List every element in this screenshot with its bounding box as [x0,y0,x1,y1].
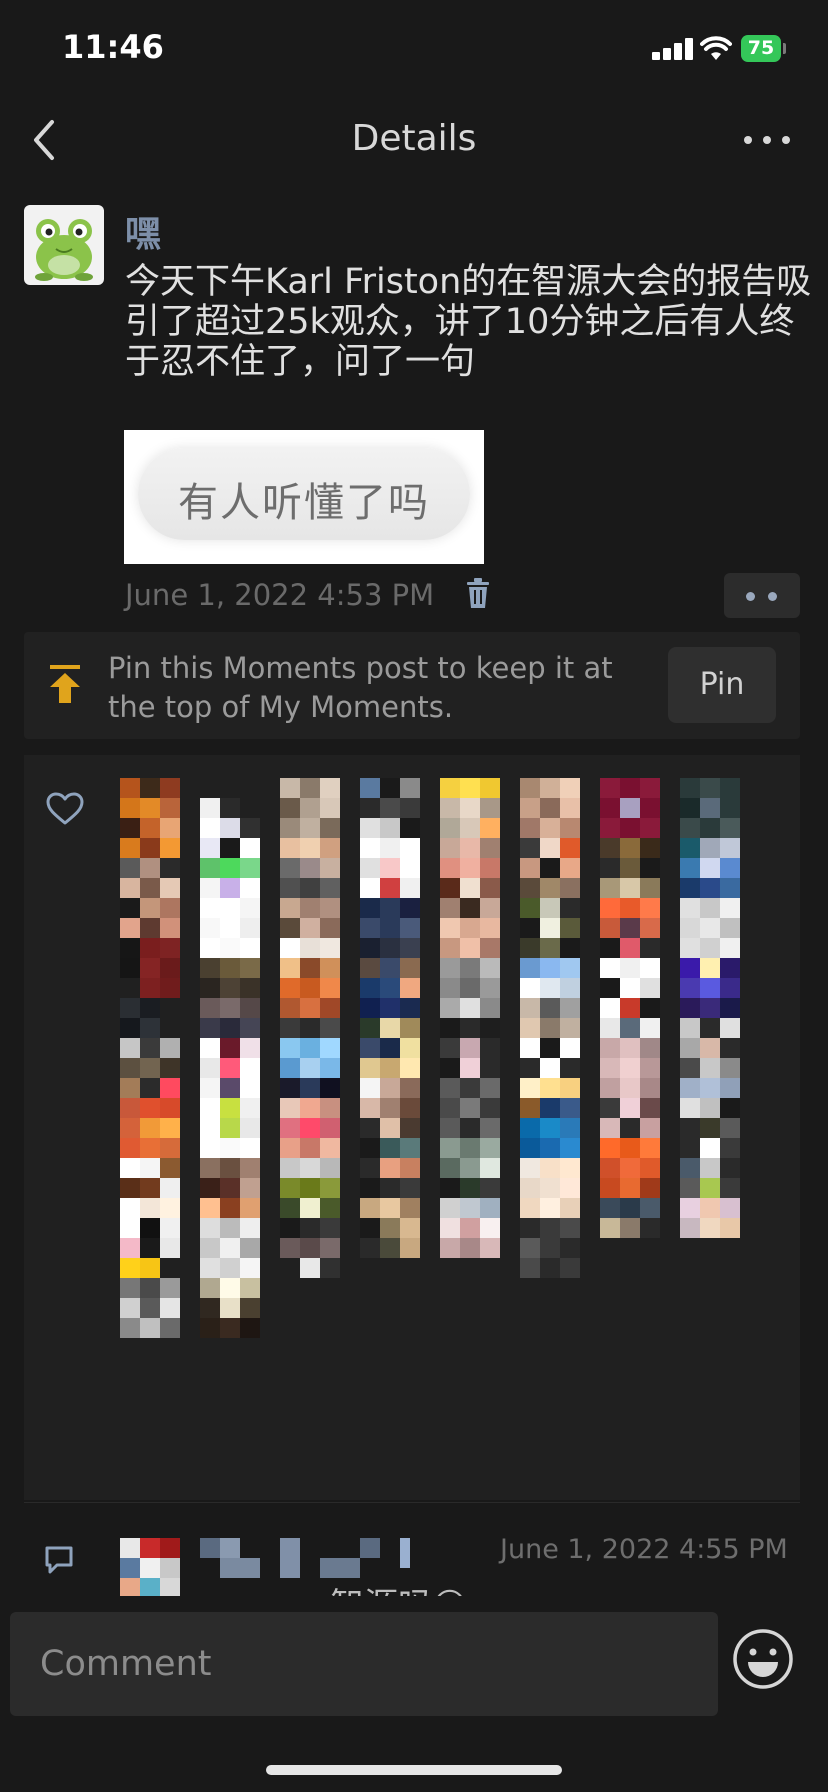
liker-avatar-column[interactable] [280,778,340,1278]
comment-input[interactable]: Comment [10,1612,718,1716]
battery-icon: 75 [741,35,781,62]
pin-to-top-icon [50,665,80,703]
like-comment-menu-button[interactable] [724,573,800,618]
cellular-signal-icon [652,38,694,60]
more-options-icon[interactable] [744,134,790,146]
status-time: 11:46 [62,28,164,66]
divider [24,1502,800,1503]
wifi-icon [700,36,732,60]
pin-button[interactable]: Pin [668,647,776,723]
liker-avatar-column[interactable] [120,778,180,1338]
comment-bubble-icon [45,1546,73,1574]
post-timestamp: June 1, 2022 4:53 PM [125,578,435,612]
post-username[interactable]: 嘿 [125,205,161,257]
delete-trash-icon[interactable] [466,578,490,610]
emoji-icon[interactable] [732,1628,794,1690]
post-image-caption: 有人听懂了吗 [178,480,430,526]
commenter-avatar[interactable] [120,1538,180,1598]
liker-avatar-column[interactable] [360,778,420,1258]
post-text: 今天下午Karl Friston的在智源大会的报告吸引了超过25k观众，讲了10… [125,262,812,382]
comment-timestamp: June 1, 2022 4:55 PM [500,1534,788,1565]
home-indicator[interactable] [266,1765,562,1775]
frog-avatar-icon [35,219,93,281]
like-heart-icon [46,792,84,825]
liker-avatar-column[interactable] [440,778,500,1258]
page-title: Details [351,118,477,159]
liker-avatar-column[interactable] [600,778,660,1238]
liker-avatar-column[interactable] [520,778,580,1278]
battery-tip [783,43,786,54]
post-image[interactable]: 有人听懂了吗 [124,430,484,564]
liker-avatar-column[interactable] [680,778,740,1238]
avatar[interactable] [24,205,104,285]
pin-tip-text: Pin this Moments post to keep it at the … [108,651,613,724]
liker-avatar-column[interactable] [200,798,260,1338]
